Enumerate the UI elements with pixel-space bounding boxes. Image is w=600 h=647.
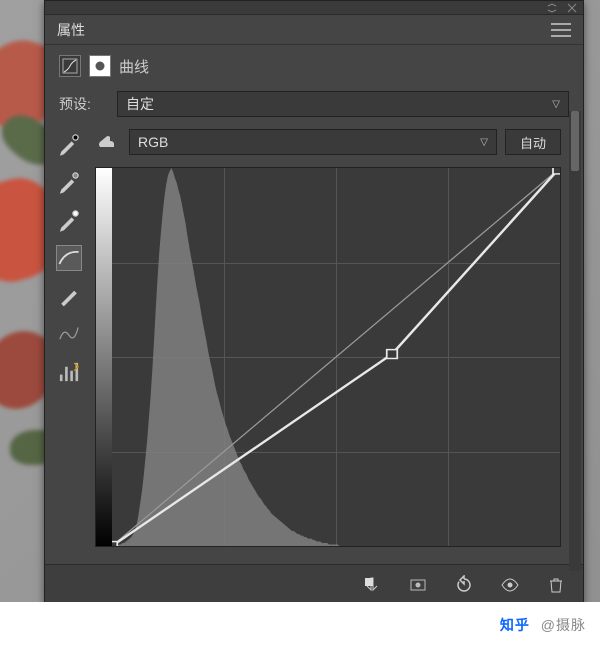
curve-editor bbox=[95, 167, 561, 560]
trash-icon[interactable] bbox=[545, 574, 567, 596]
adjustment-type-label: 曲线 bbox=[119, 56, 149, 77]
collapse-icon[interactable] bbox=[547, 3, 557, 13]
watermark-author: @摄脉 bbox=[541, 617, 586, 633]
watermark-brand: 知乎 bbox=[500, 617, 530, 633]
eyedropper-gray-icon[interactable] bbox=[56, 169, 82, 195]
curves-adjustment-icon[interactable] bbox=[59, 55, 81, 77]
channel-row: RGB ▽ 自动 bbox=[45, 123, 583, 163]
panel-title-bar: 属性 bbox=[45, 15, 583, 45]
chevron-down-icon: ▽ bbox=[552, 99, 560, 110]
properties-panel: 属性 曲线 预设: 自定 ▽ RGB ▽ 自动 bbox=[44, 0, 584, 605]
watermark: 知乎 @摄脉 bbox=[500, 615, 586, 635]
adjustment-type-row: 曲线 bbox=[45, 45, 583, 83]
output-gradient bbox=[96, 168, 112, 546]
smooth-icon[interactable] bbox=[56, 321, 82, 347]
panel-bottom-bar bbox=[45, 564, 583, 604]
panel-scrollbar[interactable] bbox=[569, 111, 581, 571]
auto-button[interactable]: 自动 bbox=[505, 129, 561, 155]
channel-dropdown[interactable]: RGB ▽ bbox=[129, 129, 497, 155]
preset-label: 预设: bbox=[59, 94, 109, 114]
panel-menu-icon[interactable] bbox=[551, 23, 571, 37]
eyedropper-white-icon[interactable] bbox=[56, 207, 82, 233]
close-icon[interactable] bbox=[567, 3, 577, 13]
panel-topbar bbox=[45, 1, 583, 15]
scrollbar-thumb[interactable] bbox=[571, 111, 579, 171]
targeted-adjustment-icon[interactable] bbox=[95, 129, 121, 155]
view-previous-state-icon[interactable] bbox=[407, 574, 429, 596]
chevron-down-icon: ▽ bbox=[480, 137, 488, 148]
reset-icon[interactable] bbox=[453, 574, 475, 596]
histogram bbox=[112, 168, 560, 546]
preset-dropdown[interactable]: 自定 ▽ bbox=[117, 91, 569, 117]
preset-row: 预设: 自定 ▽ bbox=[45, 83, 583, 123]
draw-curve-icon[interactable] bbox=[56, 283, 82, 309]
histogram-toggle-icon[interactable] bbox=[56, 359, 82, 385]
visibility-icon[interactable] bbox=[499, 574, 521, 596]
clip-to-layer-icon[interactable] bbox=[361, 574, 383, 596]
layer-mask-icon[interactable] bbox=[89, 55, 111, 77]
eyedropper-black-icon[interactable] bbox=[56, 131, 82, 157]
edit-points-icon[interactable] bbox=[56, 245, 82, 271]
curve-tools-column bbox=[53, 131, 85, 385]
curve-graph[interactable] bbox=[95, 167, 561, 547]
panel-title: 属性 bbox=[57, 20, 85, 40]
